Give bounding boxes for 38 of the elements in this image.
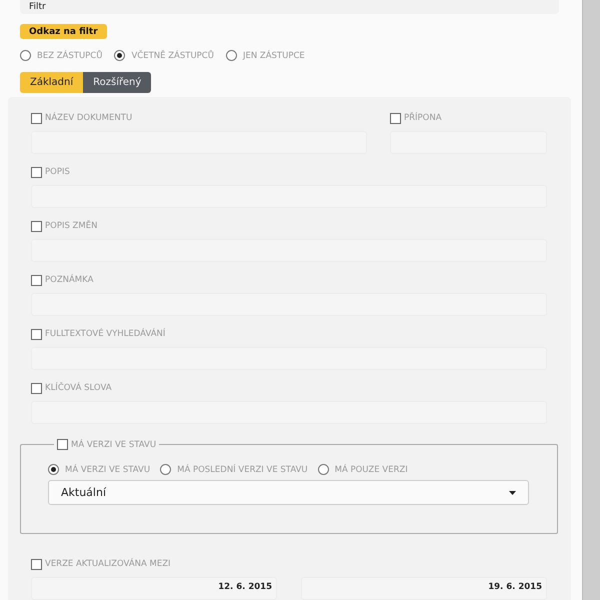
tab[interactable]: Rozšířený xyxy=(83,72,152,93)
radio-button[interactable] xyxy=(20,50,31,61)
fieldset-label: MÁ VERZI VE STAVU xyxy=(71,440,156,450)
dropdown[interactable]: Aktuální xyxy=(48,480,529,505)
date-field[interactable]: 19. 6. 2015 xyxy=(301,577,547,600)
radio-label: MÁ VERZI VE STAVU xyxy=(65,464,150,474)
field-label: NÁZEV DOKUMENTU xyxy=(45,113,132,123)
radio-label: BEZ ZÁSTUPCŮ xyxy=(37,50,102,60)
radio-button[interactable] xyxy=(160,464,172,475)
field-label: KLÍČOVÁ SLOVA xyxy=(45,383,112,393)
field-label: FULLTEXTOVÉ VYHLEDÁVÁNÍ xyxy=(45,329,166,339)
field-label: POPIS ZMĚN xyxy=(45,221,98,231)
checkbox[interactable] xyxy=(31,112,42,124)
checkbox[interactable] xyxy=(31,558,42,570)
checkbox[interactable] xyxy=(31,382,42,394)
date-field[interactable]: 12. 6. 2015 xyxy=(31,577,277,600)
radio-label: JEN ZÁSTUPCE xyxy=(242,50,305,60)
radio-button[interactable] xyxy=(226,50,237,61)
radio-label: VČETNĚ ZÁSTUPCŮ xyxy=(131,50,214,60)
checkbox[interactable] xyxy=(31,166,42,178)
radio-button[interactable] xyxy=(114,50,126,61)
checkbox[interactable] xyxy=(57,439,68,450)
radio-button[interactable] xyxy=(318,464,329,475)
checkbox[interactable] xyxy=(31,328,42,340)
radio-label: MÁ POUZE VERZI xyxy=(334,464,408,474)
radio-label: MÁ POSLEDNÍ VERZI VE STAVU xyxy=(177,464,308,474)
checkbox[interactable] xyxy=(31,274,42,286)
filter-link-button[interactable]: Odkaz na filtr xyxy=(20,24,107,39)
field-label: VERZE AKTUALIZOVÁNA MEZI xyxy=(45,559,171,569)
tab[interactable]: Základní xyxy=(20,72,84,93)
checkbox[interactable] xyxy=(31,220,42,232)
filter-field[interactable]: Filtr xyxy=(20,0,560,14)
field-label: POZNÁMKA xyxy=(45,275,94,285)
caret-icon xyxy=(509,490,516,494)
field-label: PŘÍPONA xyxy=(404,113,442,123)
field-label: POPIS xyxy=(45,167,70,177)
checkbox[interactable] xyxy=(390,112,401,124)
radio-button[interactable] xyxy=(48,464,59,475)
